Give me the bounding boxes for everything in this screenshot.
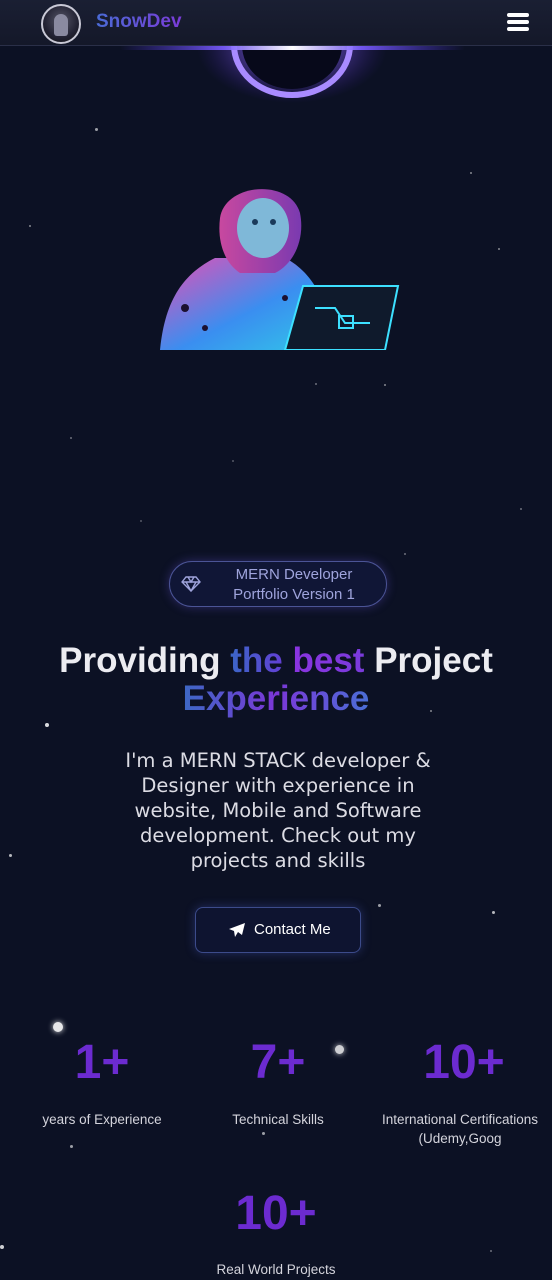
stat-value: 7+: [250, 1036, 306, 1089]
stat-label: Real World Projects: [216, 1262, 336, 1277]
headline-part-5: Experience: [182, 679, 370, 718]
badge-text: MERN Developer Portfolio Version 1: [210, 565, 378, 605]
stat-value: 10+: [235, 1187, 317, 1240]
contact-me-label: Contact Me: [254, 921, 331, 938]
diamond-icon: [181, 576, 201, 592]
avatar[interactable]: [41, 4, 81, 44]
stat-label: years of Experience: [42, 1112, 162, 1127]
headline-part-1: Providing: [59, 641, 231, 680]
portfolio-badge: MERN Developer Portfolio Version 1: [169, 561, 387, 607]
headline-part-3: best: [292, 641, 365, 680]
hero-intro: I'm a MERN STACK developer & Designer wi…: [125, 749, 431, 872]
headline-part-4: Project: [364, 641, 493, 680]
badge-line-2: Portfolio Version 1: [233, 586, 355, 603]
paper-plane-icon: [229, 923, 245, 937]
stat-label: Technical Skills: [232, 1112, 324, 1127]
contact-me-button[interactable]: Contact Me: [195, 907, 361, 953]
stat-value: 1+: [74, 1036, 130, 1089]
hero-illustration: [160, 189, 400, 350]
badge-line-1: MERN Developer: [235, 566, 353, 583]
stat-experience: 1+ years of Experience: [22, 1038, 182, 1129]
stat-certifications: 10+ International Certifications(Udemy,G…: [376, 1038, 552, 1148]
site-header: SnowDev: [0, 0, 552, 46]
hero-headline: Providing the best Project Experience: [0, 642, 552, 718]
stat-label: International Certifications(Udemy,Goog: [381, 1112, 539, 1146]
stat-value: 10+: [423, 1038, 505, 1089]
hamburger-menu-icon[interactable]: [507, 13, 529, 33]
stat-skills: 7+ Technical Skills: [198, 1038, 358, 1129]
brand-name[interactable]: SnowDev: [96, 11, 182, 33]
stat-projects: 10+ Real World Projects: [196, 1189, 356, 1279]
headline-part-2: the: [230, 641, 293, 680]
